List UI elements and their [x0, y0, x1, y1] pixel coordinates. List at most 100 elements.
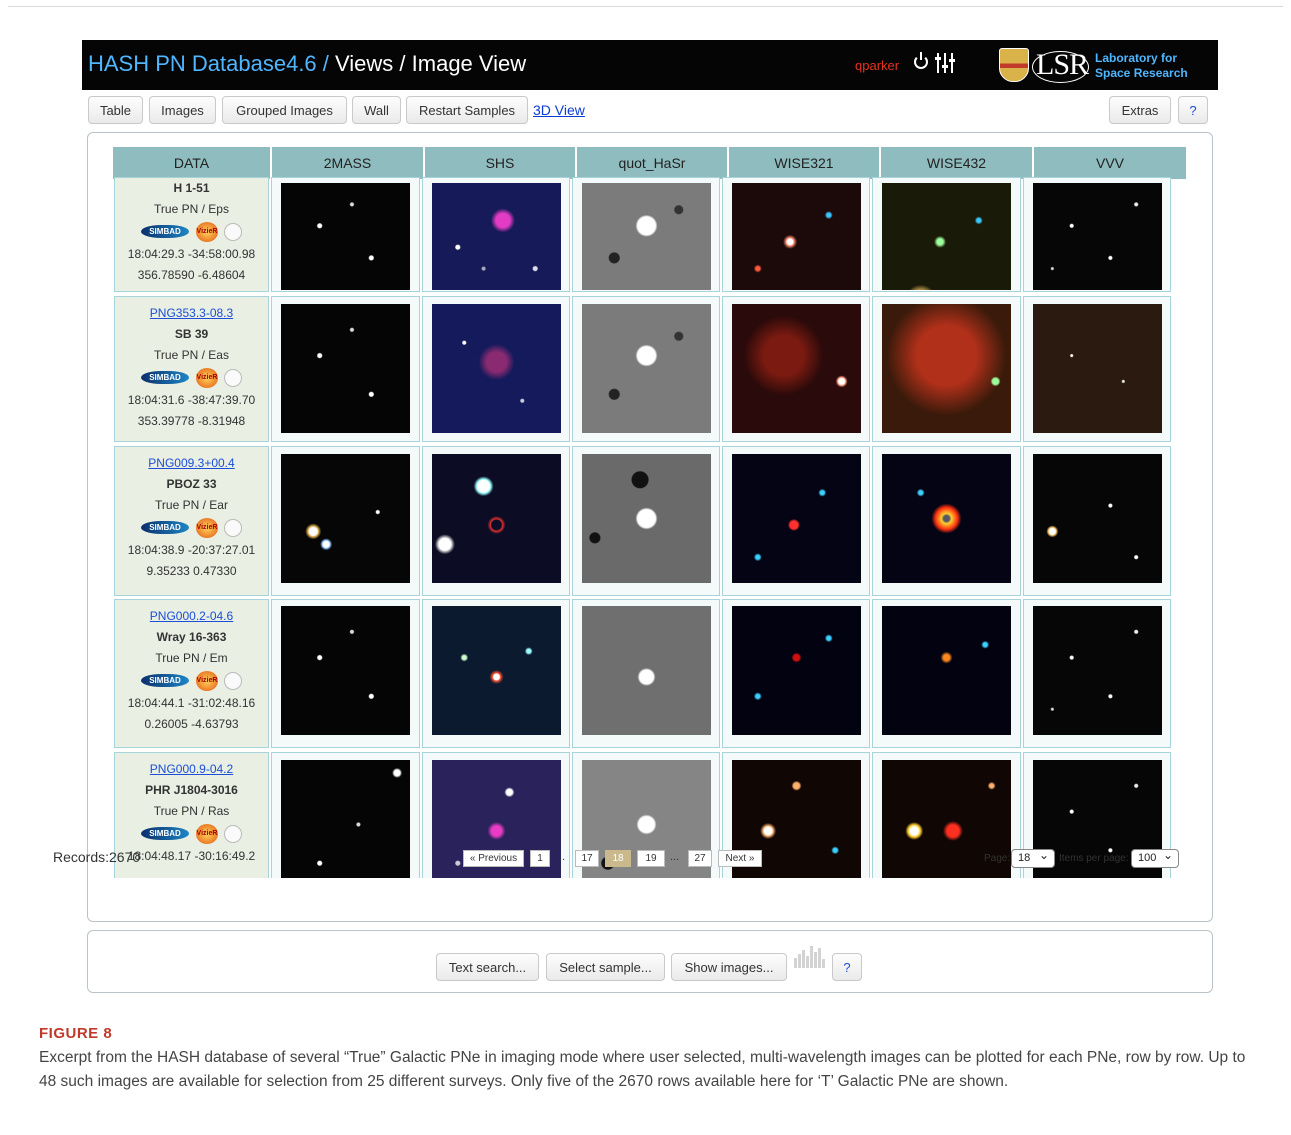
page-17-button[interactable]: 17: [575, 850, 599, 867]
restart-samples-button[interactable]: Restart Samples: [406, 96, 528, 124]
image-cell-shs: [422, 446, 570, 596]
items-per-page-select[interactable]: 100: [1131, 847, 1179, 868]
png-link[interactable]: PNG009.3+00.4: [115, 453, 268, 474]
survey-image[interactable]: [281, 304, 410, 433]
text-search-button[interactable]: Text search...: [436, 953, 539, 981]
table-row: PNG000.2-04.6 Wray 16-363 True PN / Em SIMB…: [113, 599, 1186, 748]
object-type: True PN / Ras: [153, 804, 230, 818]
aladin-icon[interactable]: [224, 672, 242, 690]
image-cell-wise321: [722, 296, 870, 442]
app-header: HASH PN Database4.6 / Views / Image View…: [82, 40, 1218, 90]
survey-image[interactable]: [732, 304, 861, 433]
png-link[interactable]: PNG000.9-04.2: [115, 759, 268, 780]
galactic-coords: 9.35233 0.47330: [146, 564, 237, 578]
survey-image[interactable]: [1033, 454, 1162, 583]
university-crest-logo: [999, 48, 1029, 82]
col-header-shs[interactable]: SHS: [425, 147, 577, 179]
vizier-logo[interactable]: VizieR: [196, 368, 218, 388]
col-header-data[interactable]: DATA: [113, 147, 272, 179]
previous-page-button[interactable]: « Previous: [463, 850, 524, 867]
vizier-logo[interactable]: VizieR: [196, 671, 218, 691]
figure-caption: Excerpt from the HASH database of severa…: [39, 1049, 1246, 1090]
image-cell-wise432: [872, 177, 1021, 292]
wall-button[interactable]: Wall: [352, 96, 401, 124]
3d-view-link[interactable]: 3D View: [533, 102, 585, 118]
col-header-wise321[interactable]: WISE321: [729, 147, 881, 179]
survey-image[interactable]: [732, 183, 861, 290]
view-breadcrumb: Views / Image View: [335, 51, 527, 76]
vizier-logo[interactable]: VizieR: [196, 824, 218, 844]
power-icon[interactable]: [914, 52, 928, 69]
catalog-links: SIMBAD VizieR: [115, 669, 268, 693]
survey-image[interactable]: [432, 606, 561, 735]
survey-image[interactable]: [281, 760, 410, 878]
survey-image[interactable]: [432, 183, 561, 290]
page-select[interactable]: 18: [1011, 847, 1055, 868]
histogram-icon[interactable]: [794, 944, 828, 968]
simbad-logo[interactable]: SIMBAD: [141, 371, 189, 384]
survey-image[interactable]: [732, 454, 861, 583]
object-name: Wray 16-363: [156, 630, 227, 644]
lab-line-2: Space Research: [1095, 66, 1188, 80]
survey-image[interactable]: [882, 606, 1011, 735]
image-cell-shs: [422, 599, 570, 748]
grouped-images-button[interactable]: Grouped Images: [222, 96, 347, 124]
survey-image[interactable]: [882, 183, 1011, 290]
survey-image[interactable]: [582, 304, 711, 433]
images-button[interactable]: Images: [149, 96, 216, 124]
select-sample-button[interactable]: Select sample...: [546, 953, 665, 981]
png-link[interactable]: PNG000.2-04.6: [115, 606, 268, 627]
col-header-vvv[interactable]: VVV: [1034, 147, 1186, 179]
simbad-logo[interactable]: SIMBAD: [141, 225, 189, 238]
catalog-links: SIMBAD VizieR: [115, 516, 268, 540]
simbad-logo[interactable]: SIMBAD: [141, 827, 189, 840]
survey-image[interactable]: [732, 606, 861, 735]
figure-label: FIGURE 8: [39, 1025, 113, 1042]
survey-image[interactable]: [1033, 304, 1162, 433]
username[interactable]: qparker: [855, 58, 899, 73]
sliders-icon[interactable]: [935, 53, 955, 73]
png-link[interactable]: PNG353.3-08.3: [115, 303, 268, 324]
page-18-current[interactable]: 18: [605, 850, 631, 867]
vizier-logo[interactable]: VizieR: [196, 222, 218, 242]
col-header-quot-hasr[interactable]: quot_HaSr: [577, 147, 729, 179]
col-header-2mass[interactable]: 2MASS: [272, 147, 425, 179]
survey-image[interactable]: [1033, 183, 1162, 290]
next-page-button[interactable]: Next »: [718, 850, 762, 867]
simbad-logo[interactable]: SIMBAD: [141, 521, 189, 534]
ra-dec: 18:04:29.3 -34:58:00.98: [127, 247, 256, 261]
catalog-links: SIMBAD VizieR: [115, 220, 268, 244]
col-header-wise432[interactable]: WISE432: [881, 147, 1034, 179]
survey-image[interactable]: [882, 304, 1011, 433]
table-button[interactable]: Table: [88, 96, 143, 124]
help-button[interactable]: ?: [1178, 96, 1208, 124]
page-19-button[interactable]: 19: [637, 850, 665, 867]
survey-image[interactable]: [432, 454, 561, 583]
image-cell-wise321: [722, 446, 870, 596]
aladin-icon[interactable]: [224, 369, 242, 387]
simbad-logo[interactable]: SIMBAD: [141, 674, 189, 687]
ra-dec: 18:04:31.6 -38:47:39.70: [127, 393, 256, 407]
survey-image[interactable]: [281, 454, 410, 583]
search-help-button[interactable]: ?: [832, 953, 862, 981]
survey-image[interactable]: [281, 183, 410, 290]
extras-button[interactable]: Extras: [1109, 96, 1171, 124]
page-27-button[interactable]: 27: [688, 850, 712, 867]
image-cell-shs: [422, 296, 570, 442]
survey-image[interactable]: [582, 183, 711, 290]
vizier-logo[interactable]: VizieR: [196, 518, 218, 538]
survey-image[interactable]: [582, 454, 711, 583]
aladin-icon[interactable]: [224, 825, 242, 843]
survey-image[interactable]: [432, 304, 561, 433]
pager-ellipsis: ...: [556, 851, 566, 863]
survey-image[interactable]: [882, 454, 1011, 583]
ra-dec: 18:04:38.9 -20:37:27.01: [127, 543, 256, 557]
db-title[interactable]: HASH PN Database4.6 /: [88, 51, 335, 76]
aladin-icon[interactable]: [224, 519, 242, 537]
show-images-button[interactable]: Show images...: [671, 953, 787, 981]
aladin-icon[interactable]: [224, 223, 242, 241]
page-1-button[interactable]: 1: [530, 850, 550, 867]
survey-image[interactable]: [281, 606, 410, 735]
survey-image[interactable]: [582, 606, 711, 735]
survey-image[interactable]: [1033, 606, 1162, 735]
